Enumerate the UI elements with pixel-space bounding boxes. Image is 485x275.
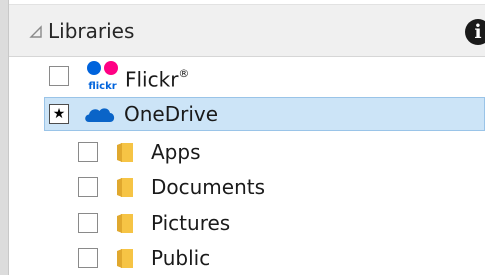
folder-icon	[117, 249, 133, 268]
folder-item-public[interactable]: Public	[73, 241, 485, 275]
folder-label: Documents	[151, 175, 266, 199]
onedrive-label: OneDrive	[124, 102, 219, 126]
flickr-checkbox[interactable]	[49, 66, 69, 86]
folder-label: Public	[151, 246, 211, 270]
onedrive-checkbox[interactable]: ★	[49, 104, 69, 124]
folder-icon	[117, 178, 133, 197]
flickr-label: Flickr	[125, 67, 179, 92]
folder-item-documents[interactable]: Documents	[73, 170, 485, 204]
panel-frame	[0, 0, 9, 275]
folder-icon	[117, 214, 133, 233]
flickr-logo-text: flickr	[88, 81, 116, 92]
library-item-flickr[interactable]: flickr Flickr®	[44, 59, 485, 93]
collapse-triangle-icon[interactable]	[26, 22, 46, 42]
flickr-logo-icon: flickr	[84, 58, 122, 92]
folder-item-apps[interactable]: Apps	[73, 135, 485, 169]
folder-icon	[117, 143, 133, 162]
library-item-label: Flickr®	[125, 64, 189, 92]
folder-checkbox[interactable]	[78, 248, 98, 268]
folder-checkbox[interactable]	[78, 142, 98, 162]
folder-checkbox[interactable]	[78, 177, 98, 197]
info-icon[interactable]: i	[465, 19, 485, 45]
library-item-onedrive[interactable]: ★ OneDrive	[44, 97, 485, 131]
folder-item-pictures[interactable]: Pictures	[73, 206, 485, 240]
folder-label: Apps	[151, 140, 201, 164]
onedrive-cloud-icon	[83, 106, 117, 124]
folder-label: Pictures	[151, 211, 231, 235]
libraries-title: Libraries	[48, 19, 135, 43]
libraries-header[interactable]: Libraries i	[9, 4, 485, 57]
flickr-trademark: ®	[178, 67, 190, 80]
folder-checkbox[interactable]	[78, 213, 98, 233]
